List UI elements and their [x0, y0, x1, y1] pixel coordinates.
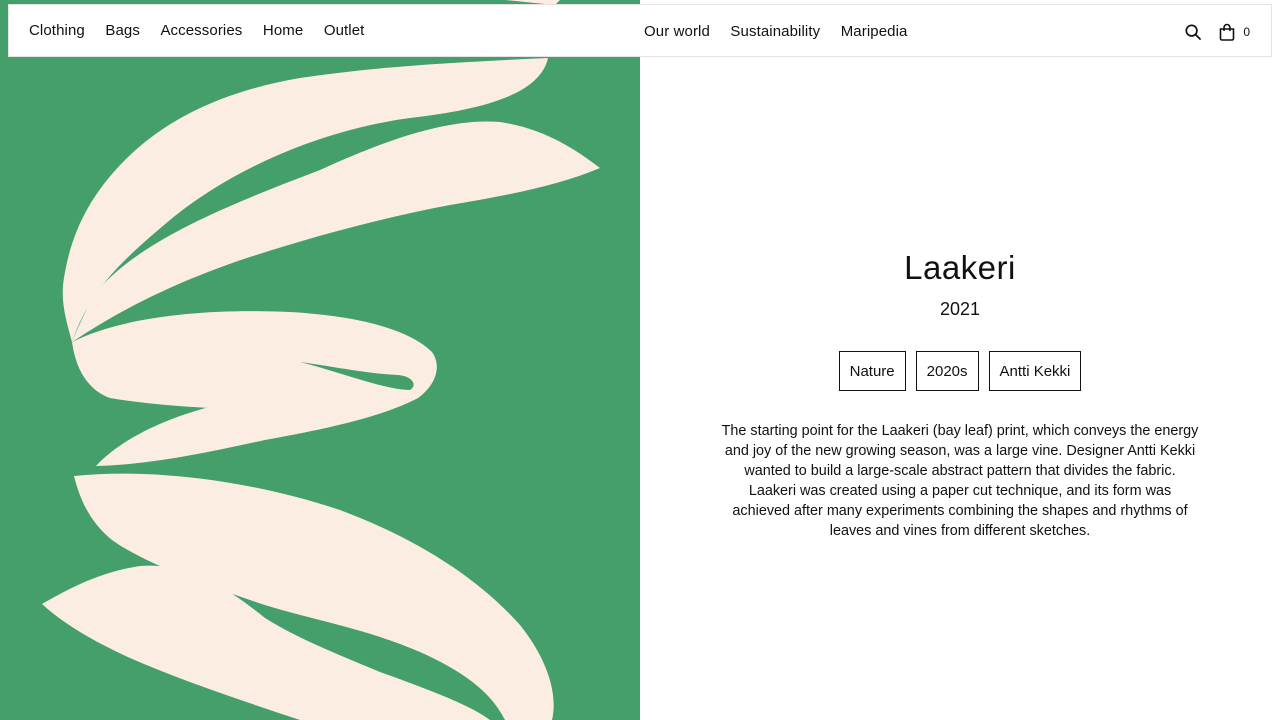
nav-item-bags[interactable]: Bags: [105, 22, 140, 39]
nav-right-group: 0: [1185, 5, 1250, 58]
main-navigation: Clothing Bags Accessories Home Outlet Ou…: [8, 4, 1272, 57]
nav-item-outlet[interactable]: Outlet: [324, 22, 365, 39]
tag-nature[interactable]: Nature: [838, 351, 906, 391]
nav-center-group: Our world Sustainability Maripedia: [644, 5, 928, 58]
cart-button[interactable]: 0: [1219, 23, 1250, 41]
tag-2020s[interactable]: 2020s: [915, 351, 979, 391]
search-button[interactable]: [1185, 23, 1202, 40]
print-title: Laakeri: [904, 249, 1016, 286]
print-details: Laakeri 2021 Nature 2020s Antti Kekki Th…: [640, 57, 1280, 720]
search-icon: [1185, 23, 1202, 40]
nav-item-clothing[interactable]: Clothing: [29, 22, 85, 39]
nav-item-our-world[interactable]: Our world: [644, 23, 710, 40]
nav-left-group: Clothing Bags Accessories Home Outlet: [29, 22, 385, 39]
cart-count: 0: [1243, 24, 1250, 39]
nav-item-maripedia[interactable]: Maripedia: [841, 23, 908, 40]
print-description: The starting point for the Laakeri (bay …: [721, 423, 1199, 539]
tag-list: Nature 2020s Antti Kekki: [838, 351, 1082, 391]
nav-item-home[interactable]: Home: [263, 22, 303, 39]
tag-designer[interactable]: Antti Kekki: [988, 351, 1082, 391]
shopping-bag-icon: [1220, 23, 1235, 41]
nav-item-sustainability[interactable]: Sustainability: [730, 23, 820, 40]
laakeri-pattern-image: [42, 0, 600, 720]
print-artwork: [0, 0, 640, 720]
print-year: 2021: [939, 299, 981, 319]
nav-item-accessories[interactable]: Accessories: [160, 22, 242, 39]
